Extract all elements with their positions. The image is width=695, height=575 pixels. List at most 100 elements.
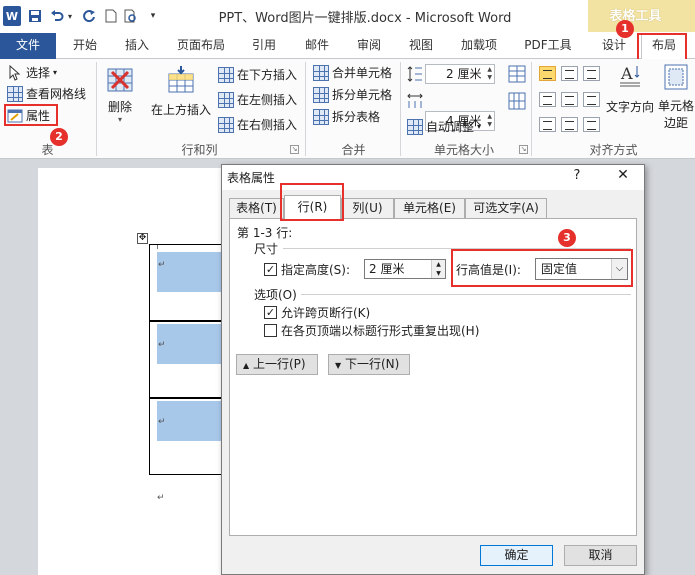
insert-below-button[interactable]: 在下方插入 (218, 66, 297, 83)
insert-right-button[interactable]: 在右侧插入 (218, 116, 297, 133)
help-icon[interactable]: ? (568, 168, 586, 183)
align-bottom-right-button[interactable] (583, 117, 600, 132)
group-label-merge: 合并 (341, 143, 366, 157)
select-button[interactable]: 选择 ▾ (7, 64, 57, 81)
height-spinner-icon[interactable]: ▲ ▼ (431, 260, 445, 278)
cell-image-placeholder[interactable] (157, 252, 222, 292)
cell-image-placeholder[interactable] (157, 401, 222, 441)
delete-button[interactable]: 删除 ▾ (103, 64, 137, 134)
tab-home[interactable]: 开始 (65, 33, 105, 59)
split-cells-button[interactable]: 拆分单元格 (313, 86, 392, 103)
ok-button[interactable]: 确定 (480, 545, 553, 566)
split-cells-label: 拆分单元格 (332, 88, 393, 102)
tab-pdf-tools[interactable]: PDF工具 (518, 33, 578, 59)
window-title: PPT、Word图片一键排版.docx - Microsoft Word (218, 11, 512, 26)
options-section-label: 选项(O) (254, 288, 297, 302)
split-table-icon (313, 108, 329, 125)
annotation-badge-1: 1 (616, 20, 634, 38)
undo-dropdown-icon[interactable]: ▾ (66, 5, 74, 27)
undo-icon[interactable] (48, 5, 66, 27)
text-direction-button[interactable]: A 文字方向 (603, 63, 657, 123)
cell-size-launcher-icon[interactable]: ↘ (519, 145, 528, 154)
tab-column[interactable]: 列(U) (341, 198, 394, 218)
row-height-input[interactable]: 2 厘米 (425, 64, 495, 84)
cursor-arrow-icon (7, 64, 23, 81)
word-app-icon[interactable]: W (3, 6, 21, 26)
group-label-alignment: 对齐方式 (589, 143, 638, 157)
prev-row-button[interactable]: ▲ 上一行(P) (236, 354, 318, 375)
insert-column-right-icon (218, 116, 234, 133)
next-row-button[interactable]: ▼ 下一行(N) (328, 354, 410, 375)
tab-insert[interactable]: 插入 (117, 33, 157, 59)
distribute-rows-icon[interactable] (508, 65, 526, 83)
align-top-center-button[interactable] (561, 66, 578, 81)
annotation-box-layout (637, 33, 687, 61)
gridlines-icon (7, 85, 23, 102)
triangle-up-icon: ▲ (243, 361, 250, 370)
tab-table[interactable]: 表格(T) (229, 198, 284, 218)
align-top-left-button[interactable] (539, 66, 556, 81)
split-table-label: 拆分表格 (332, 110, 381, 124)
save-icon[interactable] (27, 5, 43, 27)
tab-view[interactable]: 视图 (401, 33, 441, 59)
split-cells-icon (313, 86, 329, 103)
align-bottom-left-button[interactable] (539, 117, 556, 132)
split-table-button[interactable]: 拆分表格 (313, 108, 380, 125)
tab-cell[interactable]: 单元格(E) (394, 198, 465, 218)
cell-margins-button[interactable]: 单元格 边距 (657, 63, 695, 139)
tab-alt-text[interactable]: 可选文字(A) (465, 198, 547, 218)
group-label-cell-size: 单元格大小 (433, 143, 494, 157)
checkmark-icon: ✓ (265, 306, 276, 319)
cancel-button[interactable]: 取消 (564, 545, 637, 566)
redo-icon[interactable] (81, 5, 97, 27)
repeat-header-label: 在各页顶端以标题行形式重复出现(H) (281, 324, 480, 338)
group-label-rows-columns: 行和列 (181, 143, 218, 157)
insert-left-button[interactable]: 在左侧插入 (218, 91, 297, 108)
new-document-icon[interactable] (103, 5, 119, 27)
checkmark-icon: ✓ (265, 263, 276, 276)
cell-margins-label-1: 单元格 (657, 99, 694, 113)
insert-row-below-icon (218, 66, 234, 83)
svg-text:A: A (620, 64, 633, 83)
rows-columns-launcher-icon[interactable]: ↘ (290, 145, 299, 154)
insert-left-label: 在左侧插入 (237, 93, 298, 107)
tab-mailings[interactable]: 邮件 (297, 33, 337, 59)
group-label-table: 表 (41, 143, 54, 157)
close-icon[interactable]: ✕ (612, 167, 634, 183)
align-middle-left-button[interactable] (539, 92, 556, 107)
tab-references[interactable]: 引用 (244, 33, 284, 59)
allow-break-checkbox[interactable]: ✓ (264, 306, 277, 319)
view-gridlines-button[interactable]: 查看网格线 (7, 85, 86, 102)
repeat-header-checkbox[interactable] (264, 324, 277, 337)
tab-file[interactable]: 文件 (0, 33, 56, 59)
align-bottom-center-button[interactable] (561, 117, 578, 132)
view-gridlines-label: 查看网格线 (26, 87, 87, 101)
cell-image-placeholder[interactable] (157, 324, 222, 364)
annotation-badge-3: 3 (558, 229, 576, 247)
merge-cells-label: 合并单元格 (332, 66, 393, 80)
tab-page-layout[interactable]: 页面布局 (170, 33, 232, 59)
annotation-box-properties (4, 104, 58, 126)
tab-review[interactable]: 审阅 (349, 33, 389, 59)
tab-addins[interactable]: 加载项 (454, 33, 504, 59)
align-middle-center-button[interactable] (561, 92, 578, 107)
delete-label: 删除 (107, 100, 132, 114)
align-top-right-button[interactable] (583, 66, 600, 81)
select-label: 选择 (26, 66, 51, 80)
autofit-button[interactable]: 自动调整 ▾ (407, 118, 481, 135)
insert-above-button[interactable]: 在上方插入 (148, 64, 214, 134)
align-middle-right-button[interactable] (583, 92, 600, 107)
merge-cells-button[interactable]: 合并单元格 (313, 64, 392, 81)
distribute-columns-icon[interactable] (508, 92, 526, 110)
annotation-box-row-height (451, 249, 633, 287)
customize-qat-icon[interactable]: ▾ (146, 5, 160, 27)
print-preview-icon[interactable] (123, 5, 139, 27)
insert-below-label: 在下方插入 (237, 68, 298, 82)
table-move-handle-icon[interactable]: ✥ (137, 233, 148, 244)
text-direction-icon: A (617, 63, 643, 89)
autofit-label: 自动调整 (426, 120, 475, 134)
specify-height-checkbox[interactable]: ✓ (264, 263, 277, 276)
allow-break-label: 允许跨页断行(K) (281, 306, 371, 320)
text-direction-label: 文字方向 (605, 100, 654, 114)
triangle-down-icon: ▼ (335, 361, 342, 370)
